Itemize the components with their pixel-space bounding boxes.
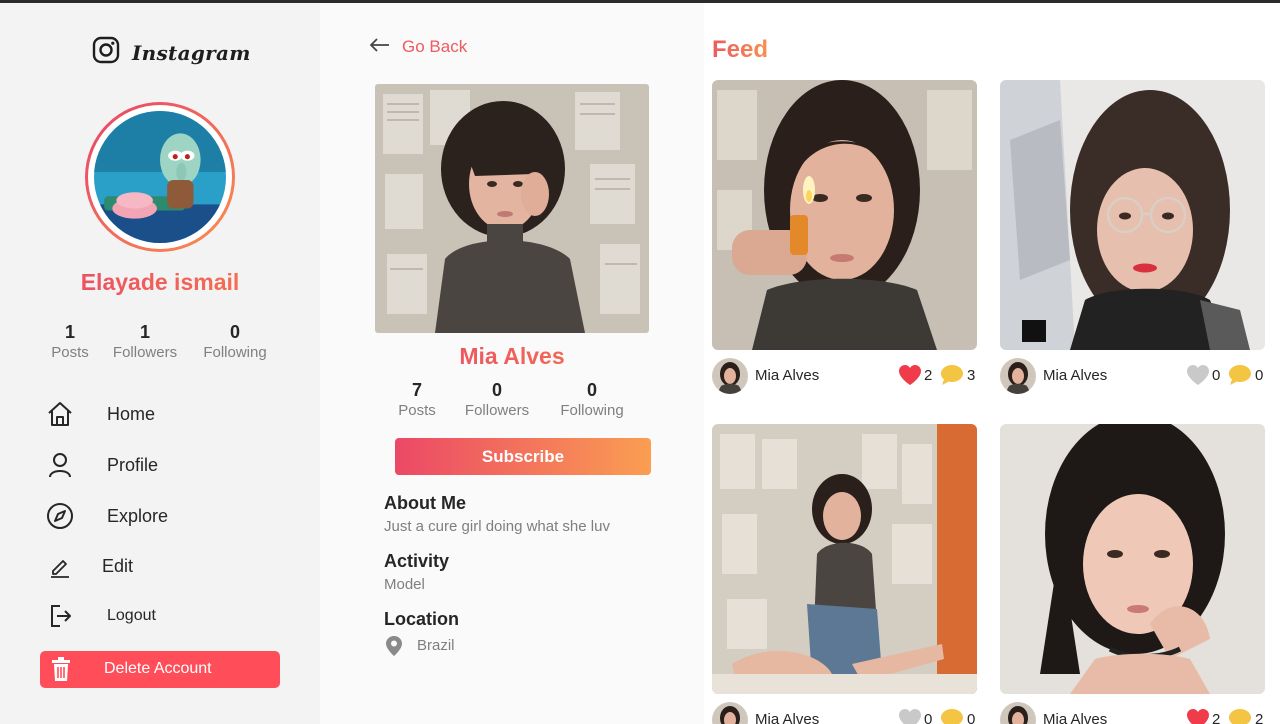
stat-followers-label: Followers — [112, 344, 178, 361]
location-title: Location — [384, 609, 459, 629]
post-author-avatar[interactable] — [712, 702, 748, 724]
user-name: Elayade ismail — [0, 269, 320, 296]
feed-post[interactable]: Mia Alves 0 0 — [712, 424, 977, 724]
heart-icon[interactable] — [898, 708, 922, 724]
nav-home[interactable]: Home — [44, 397, 155, 431]
comment-count: 3 — [967, 367, 976, 384]
feed-post[interactable]: Mia Alves 2 2 — [1000, 424, 1265, 724]
comment-count: 2 — [1255, 711, 1264, 724]
profile-stat-posts-label: Posts — [398, 402, 436, 419]
profile-stat-posts: 7 Posts — [392, 379, 442, 421]
user-icon — [44, 449, 76, 481]
go-back-label: Go Back — [402, 37, 468, 56]
user-avatar[interactable] — [85, 102, 235, 252]
comment-icon[interactable] — [940, 364, 964, 391]
profile-stat-following-label: Following — [560, 402, 624, 419]
feed-post[interactable]: Mia Alves 2 3 — [712, 80, 977, 398]
nav-profile-label: Profile — [107, 454, 159, 475]
nav-edit-label: Edit — [102, 555, 134, 576]
activity-title: Activity — [384, 551, 450, 571]
like-count: 0 — [1212, 367, 1221, 384]
location-pin-icon — [386, 636, 402, 661]
stat-followers-value: 1 — [139, 322, 150, 342]
nav-logout-label: Logout — [107, 607, 156, 624]
feed-title: Feed — [712, 36, 769, 63]
pencil-icon — [44, 550, 76, 582]
heart-icon[interactable] — [1186, 708, 1210, 724]
arrow-left-icon — [370, 37, 390, 57]
nav-explore[interactable]: Explore — [44, 499, 168, 533]
activity-text: Model — [384, 576, 425, 593]
post-image[interactable] — [1000, 424, 1265, 694]
stat-following-value: 0 — [229, 322, 240, 342]
go-back-link[interactable]: Go Back — [370, 37, 467, 57]
subscribe-button[interactable]: Subscribe — [395, 438, 651, 475]
heart-icon[interactable] — [1186, 364, 1210, 391]
post-author-avatar[interactable] — [1000, 358, 1036, 394]
post-author-name[interactable]: Mia Alves — [755, 711, 819, 724]
about-text: Just a cure girl doing what she luv — [384, 518, 610, 535]
app-logo[interactable]: Instagram — [92, 36, 251, 69]
post-author-name[interactable]: Mia Alves — [755, 367, 819, 384]
profile-stat-posts-value: 7 — [411, 380, 422, 400]
post-author-avatar[interactable] — [1000, 702, 1036, 724]
stat-following-label: Following — [203, 344, 267, 361]
like-count: 2 — [924, 367, 933, 384]
trash-icon — [50, 657, 72, 686]
profile-stat-following-value: 0 — [586, 380, 597, 400]
nav-home-label: Home — [107, 403, 156, 424]
stat-posts-label: Posts — [51, 344, 89, 361]
post-image[interactable] — [712, 80, 977, 350]
stat-following[interactable]: 0 Following — [195, 321, 275, 363]
profile-stat-following[interactable]: 0 Following — [552, 379, 632, 421]
delete-account-label: Delete Account — [104, 660, 212, 677]
instagram-logo-icon — [92, 36, 120, 69]
comment-count: 0 — [1255, 367, 1264, 384]
post-image[interactable] — [712, 424, 977, 694]
profile-photo-image — [375, 84, 649, 333]
stat-posts: 1 Posts — [45, 321, 95, 363]
home-icon — [44, 398, 76, 430]
post-author-name[interactable]: Mia Alves — [1043, 367, 1107, 384]
nav-explore-label: Explore — [107, 505, 169, 526]
like-count: 2 — [1212, 711, 1221, 724]
profile-stat-followers-value: 0 — [491, 380, 502, 400]
profile-stat-followers[interactable]: 0 Followers — [457, 379, 537, 421]
profile-stat-followers-label: Followers — [464, 402, 530, 419]
avatar-image — [94, 111, 226, 243]
post-author-avatar[interactable] — [712, 358, 748, 394]
comment-icon[interactable] — [1228, 364, 1252, 391]
profile-name: Mia Alves — [320, 343, 704, 370]
comment-icon[interactable] — [940, 708, 964, 724]
nav-logout[interactable]: Logout — [44, 599, 156, 633]
heart-icon[interactable] — [898, 364, 922, 391]
stat-followers[interactable]: 1 Followers — [105, 321, 185, 363]
stat-posts-value: 1 — [64, 322, 75, 342]
profile-panel: Go Back Mia Alves 7 Posts 0 Followers 0 … — [320, 3, 704, 724]
like-count: 0 — [924, 711, 933, 724]
feed-post[interactable]: Mia Alves 0 0 — [1000, 80, 1265, 398]
logo-text: Instagram — [132, 40, 251, 65]
about-title: About Me — [384, 493, 466, 513]
sidebar: Instagram Elayade ismail 1 Posts 1 Follo… — [0, 3, 320, 724]
logout-icon — [44, 600, 76, 632]
comment-count: 0 — [967, 711, 976, 724]
location-text: Brazil — [417, 637, 455, 654]
compass-icon — [44, 500, 76, 532]
post-author-name[interactable]: Mia Alves — [1043, 711, 1107, 724]
comment-icon[interactable] — [1228, 708, 1252, 724]
nav-profile[interactable]: Profile — [44, 448, 158, 482]
delete-account-button[interactable]: Delete Account — [40, 651, 280, 688]
profile-photo[interactable] — [375, 84, 649, 333]
nav-edit[interactable]: Edit — [44, 549, 133, 583]
post-image[interactable] — [1000, 80, 1265, 350]
